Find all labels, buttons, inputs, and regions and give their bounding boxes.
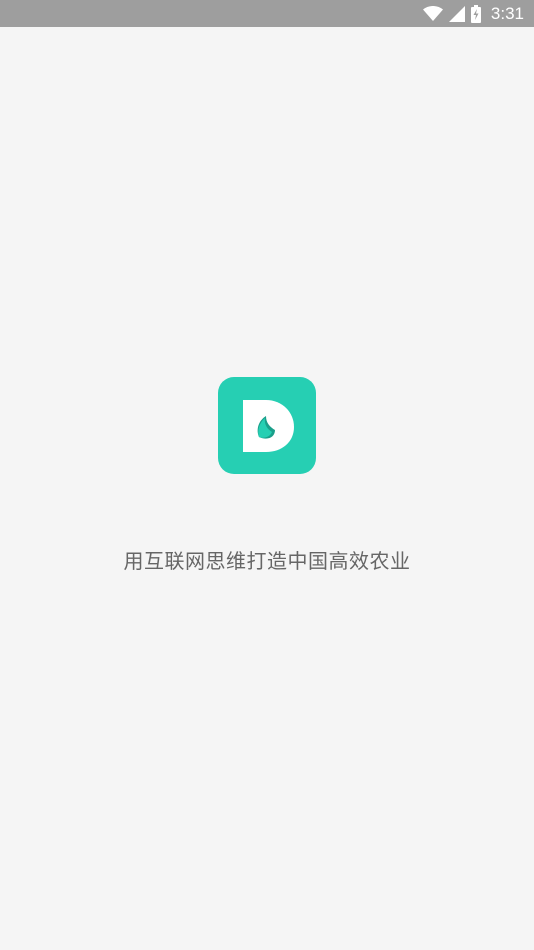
- status-bar: 3:31: [0, 0, 534, 27]
- battery-charging-icon: [470, 4, 481, 23]
- slogan-text: 用互联网思维打造中国高效农业: [123, 549, 411, 573]
- splash-screen: 用互联网思维打造中国高效农业: [0, 27, 534, 950]
- status-time: 3:31: [490, 4, 524, 23]
- status-icons: 3:31: [422, 0, 524, 27]
- wifi-icon: [422, 5, 443, 22]
- cell-signal-icon: [448, 5, 465, 22]
- app-logo: [218, 377, 316, 474]
- app-logo-d-leaf-icon: [243, 400, 294, 452]
